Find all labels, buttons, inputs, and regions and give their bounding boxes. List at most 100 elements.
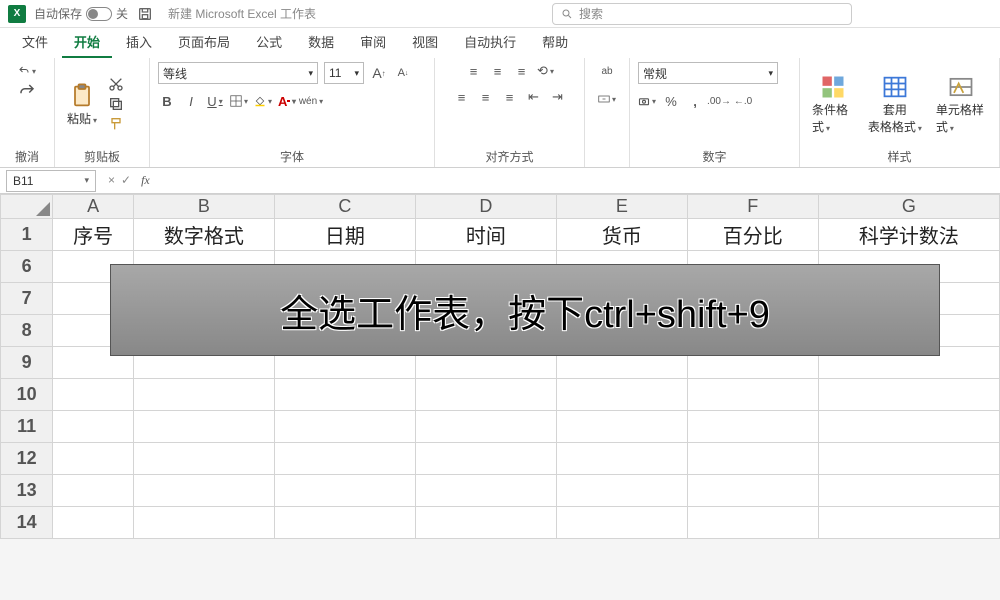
row-header[interactable]: 7: [1, 283, 53, 315]
cell[interactable]: [53, 475, 134, 507]
cell[interactable]: [818, 411, 999, 443]
align-left-icon[interactable]: ≡: [453, 88, 471, 106]
cell[interactable]: 科学计数法: [818, 219, 999, 251]
row-header[interactable]: 12: [1, 443, 53, 475]
cell[interactable]: [415, 379, 556, 411]
cell[interactable]: [53, 507, 134, 539]
underline-button[interactable]: U: [206, 92, 224, 110]
percent-icon[interactable]: %: [662, 92, 680, 110]
cell[interactable]: 数字格式: [133, 219, 274, 251]
cell[interactable]: [556, 475, 687, 507]
row-header[interactable]: 14: [1, 507, 53, 539]
cell[interactable]: [556, 443, 687, 475]
row-header[interactable]: 8: [1, 315, 53, 347]
font-name-select[interactable]: 等线▾: [158, 62, 318, 84]
cell[interactable]: [415, 475, 556, 507]
format-as-table-button[interactable]: 套用 表格格式: [864, 71, 926, 137]
col-header-F[interactable]: F: [687, 195, 818, 219]
align-right-icon[interactable]: ≡: [501, 88, 519, 106]
cell[interactable]: [818, 475, 999, 507]
cell[interactable]: [687, 475, 818, 507]
row-header[interactable]: 10: [1, 379, 53, 411]
cell[interactable]: [274, 379, 415, 411]
cell[interactable]: [133, 411, 274, 443]
align-bottom-icon[interactable]: ≡: [513, 62, 531, 80]
cell[interactable]: [818, 443, 999, 475]
number-format-select[interactable]: 常规▾: [638, 62, 778, 84]
cell[interactable]: [133, 475, 274, 507]
tab-formulas[interactable]: 公式: [244, 27, 294, 58]
spreadsheet-grid[interactable]: A B C D E F G 1 序号 数字格式 日期 时间 货币 百分比 科学计…: [0, 194, 1000, 539]
name-box[interactable]: B11▾: [6, 170, 96, 192]
cell[interactable]: 货币: [556, 219, 687, 251]
phonetic-icon[interactable]: wén: [302, 92, 320, 110]
tab-automate[interactable]: 自动执行: [452, 27, 528, 58]
currency-icon[interactable]: [638, 92, 656, 110]
cell[interactable]: [818, 507, 999, 539]
bold-button[interactable]: B: [158, 92, 176, 110]
orientation-icon[interactable]: ⟲: [537, 62, 555, 80]
conditional-format-button[interactable]: 条件格式: [808, 71, 858, 137]
select-all-corner[interactable]: [1, 195, 53, 219]
decrease-decimal-icon[interactable]: ←.0: [734, 92, 752, 110]
cell[interactable]: [415, 443, 556, 475]
tab-review[interactable]: 审阅: [348, 27, 398, 58]
tab-view[interactable]: 视图: [400, 27, 450, 58]
row-header[interactable]: 6: [1, 251, 53, 283]
col-header-G[interactable]: G: [818, 195, 999, 219]
cell[interactable]: [556, 507, 687, 539]
save-icon[interactable]: [136, 5, 154, 23]
tab-help[interactable]: 帮助: [530, 27, 580, 58]
cell[interactable]: 日期: [274, 219, 415, 251]
confirm-formula-icon[interactable]: ✓: [121, 173, 131, 188]
indent-decrease-icon[interactable]: ⇤: [525, 88, 543, 106]
align-top-icon[interactable]: ≡: [465, 62, 483, 80]
cell[interactable]: [133, 443, 274, 475]
col-header-B[interactable]: B: [133, 195, 274, 219]
increase-font-icon[interactable]: A↑: [370, 64, 388, 82]
redo-button[interactable]: [18, 82, 36, 100]
row-header[interactable]: 1: [1, 219, 53, 251]
cell[interactable]: [687, 443, 818, 475]
cell[interactable]: [818, 379, 999, 411]
toggle-off-icon[interactable]: [86, 7, 112, 21]
align-middle-icon[interactable]: ≡: [489, 62, 507, 80]
tab-data[interactable]: 数据: [296, 27, 346, 58]
cell[interactable]: 百分比: [687, 219, 818, 251]
merge-cells-icon[interactable]: [598, 90, 616, 108]
cell[interactable]: [53, 443, 134, 475]
col-header-D[interactable]: D: [415, 195, 556, 219]
cell[interactable]: [53, 379, 134, 411]
cell[interactable]: [556, 379, 687, 411]
col-header-A[interactable]: A: [53, 195, 134, 219]
tab-file[interactable]: 文件: [10, 27, 60, 58]
cell[interactable]: [687, 379, 818, 411]
wrap-text-icon[interactable]: ab: [598, 62, 616, 80]
col-header-C[interactable]: C: [274, 195, 415, 219]
cancel-formula-icon[interactable]: ×: [108, 173, 115, 188]
paste-button[interactable]: 粘贴: [63, 80, 101, 129]
row-header[interactable]: 13: [1, 475, 53, 507]
autosave-toggle[interactable]: 自动保存 关: [34, 5, 128, 22]
tab-insert[interactable]: 插入: [114, 27, 164, 58]
cell-styles-button[interactable]: 单元格样式: [932, 71, 991, 137]
cell[interactable]: [415, 507, 556, 539]
cell[interactable]: [687, 507, 818, 539]
font-color-icon[interactable]: A: [278, 92, 296, 110]
fx-icon[interactable]: fx: [137, 173, 150, 188]
tab-home[interactable]: 开始: [62, 27, 112, 58]
cell[interactable]: [556, 411, 687, 443]
font-size-select[interactable]: 11▾: [324, 62, 364, 84]
undo-button[interactable]: [18, 62, 36, 80]
cut-icon[interactable]: [107, 75, 125, 93]
cell[interactable]: [415, 411, 556, 443]
comma-icon[interactable]: ,: [686, 92, 704, 110]
cell[interactable]: [274, 475, 415, 507]
cell[interactable]: [274, 443, 415, 475]
cell[interactable]: [274, 507, 415, 539]
row-header[interactable]: 9: [1, 347, 53, 379]
row-header[interactable]: 11: [1, 411, 53, 443]
format-painter-icon[interactable]: [107, 115, 125, 133]
copy-icon[interactable]: [107, 95, 125, 113]
search-input[interactable]: 搜索: [552, 3, 852, 25]
